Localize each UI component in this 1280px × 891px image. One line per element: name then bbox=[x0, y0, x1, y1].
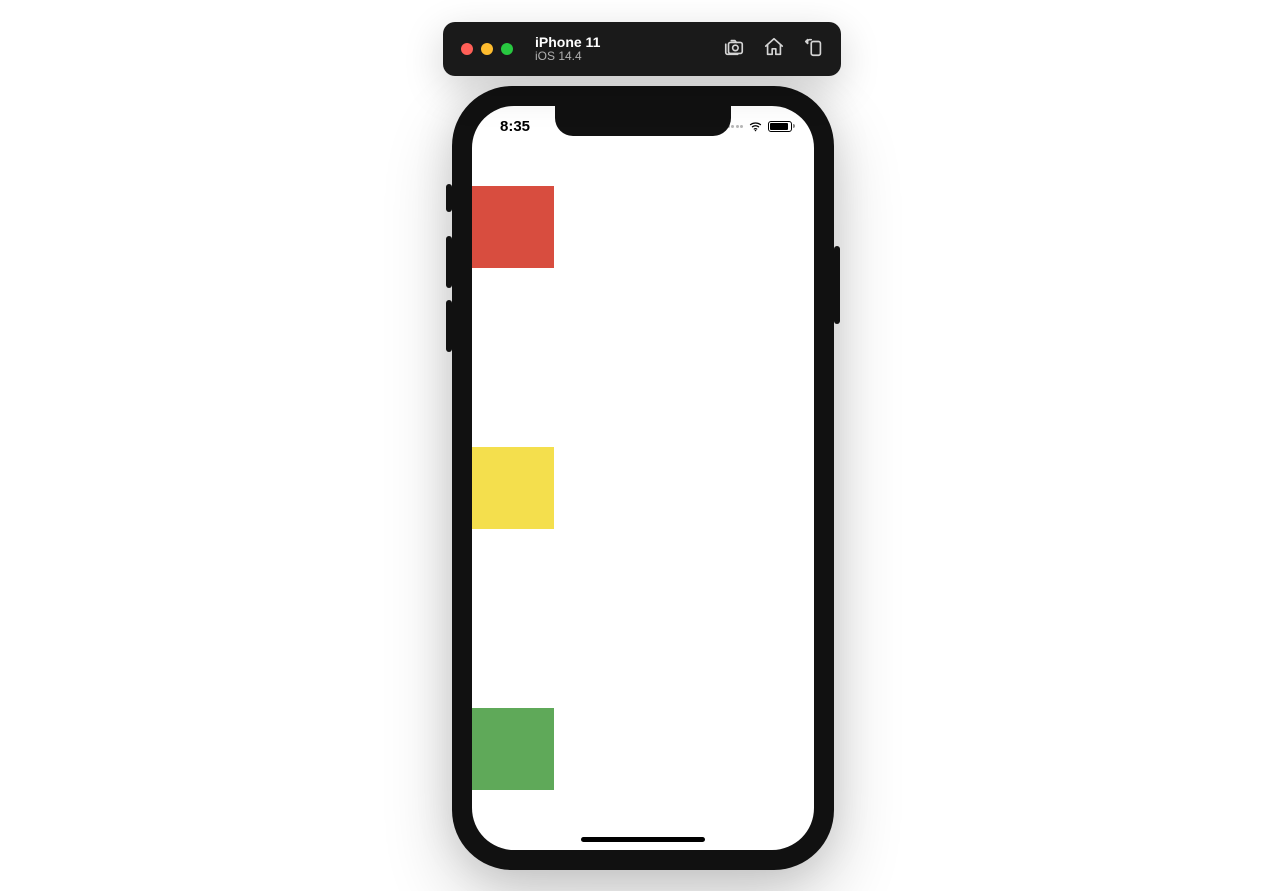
rotate-icon[interactable] bbox=[803, 36, 825, 63]
home-icon[interactable] bbox=[763, 36, 785, 63]
battery-level bbox=[770, 123, 788, 130]
window-minimize-button[interactable] bbox=[481, 43, 493, 55]
device-os-label: iOS 14.4 bbox=[535, 50, 600, 64]
phone-screen: 8:35 bbox=[472, 106, 814, 850]
status-time: 8:35 bbox=[500, 118, 530, 135]
device-name-label: iPhone 11 bbox=[535, 34, 600, 50]
window-close-button[interactable] bbox=[461, 43, 473, 55]
titlebar-actions bbox=[723, 36, 825, 63]
simulator-titlebar: iPhone 11 iOS 14.4 bbox=[443, 22, 841, 76]
window-traffic-lights bbox=[461, 43, 513, 55]
device-info: iPhone 11 iOS 14.4 bbox=[535, 34, 600, 64]
battery-icon bbox=[768, 121, 792, 132]
screenshot-icon[interactable] bbox=[723, 36, 745, 63]
status-right bbox=[727, 119, 793, 134]
app-content bbox=[472, 146, 814, 830]
green-box bbox=[472, 708, 554, 790]
volume-down-button[interactable] bbox=[446, 300, 452, 352]
phone-frame: 8:35 bbox=[452, 86, 834, 870]
notch bbox=[555, 106, 731, 136]
window-zoom-button[interactable] bbox=[501, 43, 513, 55]
mute-switch[interactable] bbox=[446, 184, 452, 212]
volume-up-button[interactable] bbox=[446, 236, 452, 288]
yellow-box bbox=[472, 447, 554, 529]
home-indicator[interactable] bbox=[581, 837, 705, 842]
power-button[interactable] bbox=[834, 246, 840, 324]
red-box bbox=[472, 186, 554, 268]
wifi-icon bbox=[748, 119, 763, 134]
